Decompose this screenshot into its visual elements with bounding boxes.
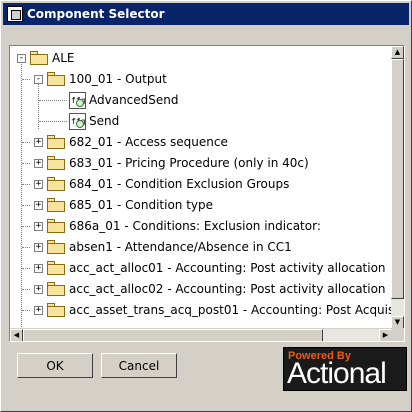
folder-closed-icon [47, 261, 65, 275]
expand-toggle-icon[interactable]: + [34, 138, 43, 147]
folder-closed-icon [47, 135, 65, 149]
tree-node-folder[interactable]: + acc_act_alloc02 - Accounting: Post act… [10, 279, 392, 300]
tree-connector [39, 100, 67, 101]
expand-toggle-icon[interactable]: + [34, 285, 43, 294]
scroll-left-arrow-icon[interactable]: ◀ [10, 329, 23, 341]
expand-toggle-icon[interactable]: + [34, 264, 43, 273]
tree-view: - ALE - 100_01 - Output ffg AdvancedSend [10, 46, 392, 329]
tree-node-root[interactable]: - ALE [10, 48, 392, 69]
expand-toggle-icon[interactable]: + [34, 180, 43, 189]
folder-closed-icon [47, 177, 65, 191]
tree-node-label: acc_act_alloc02 - Accounting: Post activ… [69, 282, 386, 296]
folder-open-icon [30, 51, 48, 65]
tree-node-folder[interactable]: + 686a_01 - Conditions: Exclusion indica… [10, 216, 392, 237]
tree-panel: - ALE - 100_01 - Output ffg AdvancedSend [9, 45, 405, 342]
tree-connector [22, 268, 30, 269]
folder-closed-icon [47, 219, 65, 233]
tree-node-label: 682_01 - Access sequence [69, 135, 228, 149]
tree-node-folder[interactable]: + 683_01 - Pricing Procedure (only in 40… [10, 153, 392, 174]
cancel-button[interactable]: Cancel [101, 353, 177, 378]
window-title: Component Selector [27, 7, 165, 21]
tree-node-label: Send [89, 114, 120, 128]
tree-node-folder[interactable]: - 100_01 - Output [10, 69, 392, 90]
horizontal-scroll-thumb[interactable] [23, 329, 323, 341]
tree-connector [22, 142, 30, 143]
function-icon: ffg [69, 113, 86, 130]
expand-toggle-icon[interactable]: + [34, 306, 43, 315]
folder-closed-icon [47, 303, 65, 317]
tree-node-folder[interactable]: + absen1 - Attendance/Absence in CC1 [10, 237, 392, 258]
expand-toggle-icon[interactable]: + [34, 222, 43, 231]
actional-logo: Powered By Actional [283, 347, 407, 391]
tree-node-folder[interactable]: + acc_act_alloc01 - Accounting: Post act… [10, 258, 392, 279]
tree-node-label: 683_01 - Pricing Procedure (only in 40c) [69, 156, 309, 170]
folder-closed-icon [47, 240, 65, 254]
tree-node-label: 685_01 - Condition type [69, 198, 214, 212]
collapse-toggle-icon[interactable]: - [34, 75, 43, 84]
expand-toggle-icon[interactable]: + [34, 159, 43, 168]
tree-connector [22, 163, 30, 164]
tree-node-label: 686a_01 - Conditions: Exclusion indicato… [69, 219, 321, 233]
tree-connector [22, 247, 30, 248]
tree-node-folder[interactable]: + 684_01 - Condition Exclusion Groups [10, 174, 392, 195]
function-icon: ffg [69, 92, 86, 109]
tree-node-label: absen1 - Attendance/Absence in CC1 [69, 240, 292, 254]
horizontal-scrollbar[interactable]: ◀ ▶ [10, 328, 392, 341]
component-selector-window: Component Selector - ALE - 100_01 - Outp… [0, 0, 412, 412]
expand-toggle-icon[interactable]: + [34, 201, 43, 210]
tree-node-label: AdvancedSend [89, 93, 179, 107]
tree-node-label: ALE [52, 51, 75, 65]
expand-toggle-icon[interactable]: + [34, 243, 43, 252]
folder-open-icon [47, 72, 65, 86]
scroll-up-arrow-icon[interactable]: ▲ [391, 46, 404, 59]
tree-node-label: 684_01 - Condition Exclusion Groups [69, 177, 290, 191]
tree-connector [22, 205, 30, 206]
folder-closed-icon [47, 282, 65, 296]
tree-node-folder[interactable]: + acc_asset_trans_acq_post01 - Accountin… [10, 300, 392, 321]
tree-connector [22, 289, 30, 290]
ok-button[interactable]: OK [17, 353, 93, 378]
scrollbar-corner [391, 328, 404, 341]
tree-node-folder[interactable]: + 685_01 - Condition type [10, 195, 392, 216]
tree-connector [22, 79, 30, 80]
tree-connector [22, 184, 30, 185]
logo-wordmark: Actional [287, 357, 387, 390]
tree-node-label: acc_act_alloc01 - Accounting: Post activ… [69, 261, 386, 275]
folder-closed-icon [47, 198, 65, 212]
tree-connector [22, 226, 30, 227]
vertical-scroll-thumb[interactable] [391, 59, 404, 299]
tree-connector [22, 310, 30, 311]
tree-node-folder[interactable]: + 682_01 - Access sequence [10, 132, 392, 153]
tree-node-function[interactable]: ffg Send [10, 111, 392, 132]
app-icon [7, 6, 23, 22]
folder-closed-icon [47, 156, 65, 170]
tree-node-label: 100_01 - Output [69, 72, 167, 86]
collapse-toggle-icon[interactable]: - [17, 54, 26, 63]
tree-connector [39, 121, 67, 122]
tree-node-function[interactable]: ffg AdvancedSend [10, 90, 392, 111]
tree-node-label: acc_asset_trans_acq_post01 - Accounting:… [69, 303, 392, 317]
vertical-scrollbar[interactable]: ▲ ▼ [391, 46, 404, 329]
title-bar[interactable]: Component Selector [3, 3, 409, 25]
